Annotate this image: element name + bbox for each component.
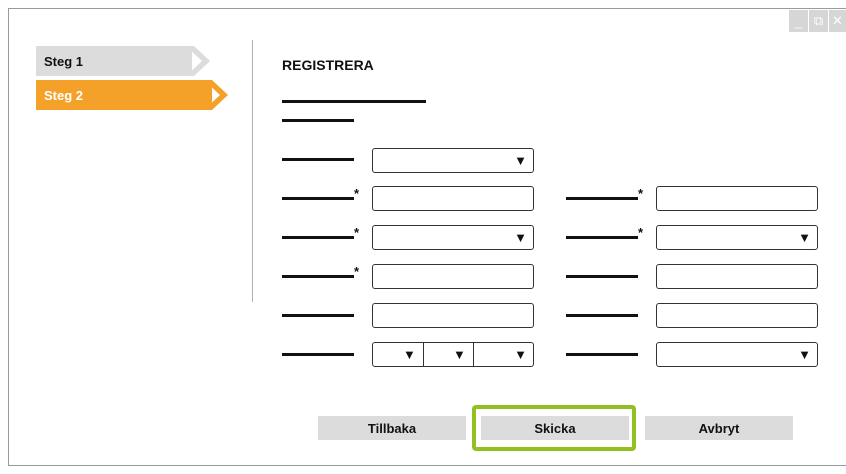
chevron-down-icon: ▼ bbox=[798, 347, 811, 362]
cancel-button[interactable]: Avbryt bbox=[645, 416, 793, 440]
field-label-placeholder bbox=[566, 236, 638, 239]
restore-icon[interactable]: ⧉ bbox=[808, 10, 828, 32]
field-label-placeholder bbox=[566, 197, 638, 200]
text-field[interactable] bbox=[656, 264, 818, 289]
subheading-placeholder bbox=[282, 119, 354, 122]
text-field[interactable] bbox=[656, 303, 818, 328]
field-label-placeholder bbox=[282, 314, 354, 317]
step-1[interactable]: Steg 1 bbox=[36, 46, 192, 76]
text-field[interactable] bbox=[372, 186, 534, 211]
step-1-chevron-icon bbox=[186, 46, 210, 76]
dropdown-field[interactable]: ▼ bbox=[656, 225, 818, 250]
field-label-placeholder bbox=[566, 275, 638, 278]
vertical-divider bbox=[252, 40, 253, 302]
field-label-placeholder bbox=[566, 353, 638, 356]
step-2-chevron-icon bbox=[204, 80, 228, 110]
month-chevron-down-icon[interactable]: ▼ bbox=[453, 347, 466, 362]
required-marker: * bbox=[638, 225, 644, 240]
text-field[interactable] bbox=[372, 264, 534, 289]
submit-button-highlight bbox=[472, 405, 636, 451]
text-field[interactable] bbox=[656, 186, 818, 211]
year-chevron-down-icon[interactable]: ▼ bbox=[514, 347, 527, 362]
dropdown-field[interactable]: ▼ bbox=[372, 225, 534, 250]
date-dropdown-group[interactable]: ▼ ▼ ▼ bbox=[372, 342, 534, 367]
minimize-icon[interactable]: _ bbox=[788, 10, 808, 32]
day-chevron-down-icon[interactable]: ▼ bbox=[403, 347, 416, 362]
field-label-placeholder bbox=[282, 236, 354, 239]
chevron-down-icon: ▼ bbox=[798, 230, 811, 245]
page-title: REGISTRERA bbox=[282, 57, 374, 73]
step-1-label: Steg 1 bbox=[44, 53, 84, 69]
field-label-placeholder bbox=[282, 275, 354, 278]
dropdown-field[interactable]: ▼ bbox=[372, 148, 534, 173]
required-marker: * bbox=[354, 264, 360, 279]
field-label-placeholder bbox=[282, 197, 354, 200]
field-label-placeholder bbox=[566, 314, 638, 317]
back-button[interactable]: Tillbaka bbox=[318, 416, 466, 440]
segment-divider bbox=[423, 343, 424, 366]
chevron-down-icon: ▼ bbox=[514, 230, 527, 245]
field-label-placeholder bbox=[282, 353, 354, 356]
required-marker: * bbox=[354, 186, 360, 201]
dropdown-field[interactable]: ▼ bbox=[656, 342, 818, 367]
section-heading-placeholder bbox=[282, 100, 426, 103]
segment-divider bbox=[473, 343, 474, 366]
required-marker: * bbox=[354, 225, 360, 240]
step-2-label: Steg 2 bbox=[44, 87, 84, 103]
step-2[interactable]: Steg 2 bbox=[36, 80, 212, 110]
required-marker: * bbox=[638, 186, 644, 201]
field-label-placeholder bbox=[282, 158, 354, 161]
text-field[interactable] bbox=[372, 303, 534, 328]
close-icon[interactable]: ✕ bbox=[828, 10, 846, 32]
chevron-down-icon: ▼ bbox=[514, 153, 527, 168]
